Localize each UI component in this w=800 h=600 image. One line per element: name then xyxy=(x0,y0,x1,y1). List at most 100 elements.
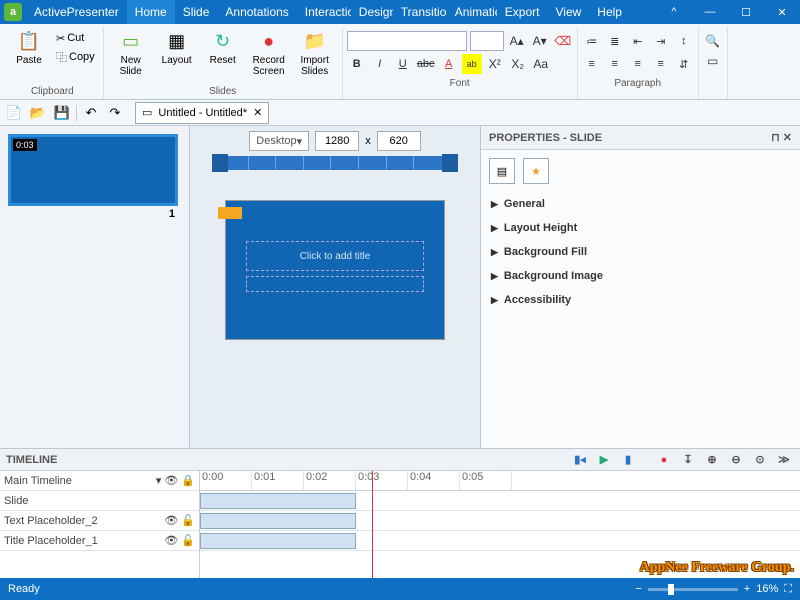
ruler-start-cap[interactable] xyxy=(212,154,228,172)
strike-button[interactable]: abc xyxy=(416,54,436,74)
font-color-button[interactable]: A xyxy=(439,54,459,74)
track-text2[interactable]: Text Placeholder_2👁🔓 xyxy=(0,511,199,531)
chevron-down-icon[interactable]: ▾ xyxy=(156,474,162,487)
title-placeholder[interactable]: Click to add title xyxy=(246,241,424,271)
close-panel-icon[interactable]: ✕ xyxy=(783,132,792,144)
stop-button[interactable]: ▮ xyxy=(618,451,638,469)
italic-button[interactable]: I xyxy=(370,54,390,74)
record-timeline-button[interactable]: ● xyxy=(654,451,674,469)
font-size-select[interactable] xyxy=(470,31,504,51)
superscript-button[interactable]: X² xyxy=(485,54,505,74)
section-bg-fill[interactable]: ▶Background Fill xyxy=(481,240,800,264)
track-title1[interactable]: Title Placeholder_1👁🔓 xyxy=(0,531,199,551)
ruler-end-cap[interactable] xyxy=(442,154,458,172)
tab-export[interactable]: Export xyxy=(497,0,548,24)
slide-thumbnail[interactable]: 0:03 xyxy=(8,134,178,206)
subtitle-placeholder[interactable] xyxy=(246,276,424,292)
section-layout-height[interactable]: ▶Layout Height xyxy=(481,216,800,240)
zoom-out-icon[interactable]: − xyxy=(635,583,641,595)
close-tab-icon[interactable]: ✕ xyxy=(253,106,262,119)
subscript-button[interactable]: X₂ xyxy=(508,54,528,74)
valign-button[interactable]: ⇵ xyxy=(674,54,694,74)
paste-button[interactable]: 📋 Paste xyxy=(7,27,51,83)
align-right-button[interactable]: ≡ xyxy=(628,54,648,74)
reset-button[interactable]: ↻Reset xyxy=(201,27,245,83)
indent-inc-button[interactable]: ⇥ xyxy=(651,31,671,51)
align-justify-button[interactable]: ≡ xyxy=(651,54,671,74)
align-left-button[interactable]: ≡ xyxy=(582,54,602,74)
track-bar-title1[interactable] xyxy=(200,531,800,551)
playhead[interactable] xyxy=(372,471,373,578)
tab-home[interactable]: Home xyxy=(127,0,175,24)
font-family-select[interactable] xyxy=(347,31,467,51)
device-select[interactable]: Desktop ▾ xyxy=(249,131,309,151)
bullets-button[interactable]: ≔ xyxy=(582,31,602,51)
indent-dec-button[interactable]: ⇤ xyxy=(628,31,648,51)
props-tab-star[interactable]: ★ xyxy=(523,158,549,184)
time-ruler[interactable] xyxy=(220,156,450,170)
tab-transitions[interactable]: Transitions xyxy=(393,0,447,24)
zoom-slider[interactable] xyxy=(648,588,738,591)
font-shrink-button[interactable]: A▾ xyxy=(530,31,550,51)
redo-button[interactable]: ↷ xyxy=(105,103,125,123)
minimize-icon[interactable]: — xyxy=(692,0,728,24)
width-input[interactable] xyxy=(315,131,359,151)
lock-icon[interactable]: 🔓 xyxy=(181,534,195,547)
section-accessibility[interactable]: ▶Accessibility xyxy=(481,288,800,312)
eye-icon[interactable]: 👁 xyxy=(164,534,178,547)
fit-icon[interactable]: ⛶ xyxy=(784,583,792,596)
section-bg-image[interactable]: ▶Background Image xyxy=(481,264,800,288)
case-button[interactable]: Aa xyxy=(531,54,551,74)
play-button[interactable]: ▶ xyxy=(594,451,614,469)
open-button[interactable]: 📂 xyxy=(28,103,48,123)
bold-button[interactable]: B xyxy=(347,54,367,74)
clear-format-button[interactable]: ⌫ xyxy=(553,31,573,51)
new-slide-button[interactable]: ▭New Slide xyxy=(109,27,153,83)
main-timeline-row[interactable]: Main Timeline▾👁🔒 xyxy=(0,471,199,491)
zoom-out-button[interactable]: ⊖ xyxy=(726,451,746,469)
track-bar-slide[interactable] xyxy=(200,491,800,511)
underline-button[interactable]: U xyxy=(393,54,413,74)
tab-interactions[interactable]: Interactions xyxy=(297,0,351,24)
zoom-fit-button[interactable]: ⊙ xyxy=(750,451,770,469)
eye-icon[interactable]: 👁 xyxy=(164,474,178,487)
timeline-ruler[interactable]: 0:000:010:020:030:040:05 xyxy=(200,471,800,491)
entry-marker-icon[interactable] xyxy=(218,207,242,219)
track-bar-text2[interactable] xyxy=(200,511,800,531)
mic-button[interactable]: ↧ xyxy=(678,451,698,469)
zoom-in-button[interactable]: ⊕ xyxy=(702,451,722,469)
new-file-button[interactable]: 📄 xyxy=(4,103,24,123)
align-center-button[interactable]: ≡ xyxy=(605,54,625,74)
slide-canvas[interactable]: Click to add title xyxy=(225,200,445,340)
tab-help[interactable]: Help xyxy=(589,0,630,24)
zoom-thumb[interactable] xyxy=(668,584,674,595)
save-button[interactable]: 💾 xyxy=(52,103,72,123)
numbering-button[interactable]: ≣ xyxy=(605,31,625,51)
undo-button[interactable]: ↶ xyxy=(81,103,101,123)
cut-button[interactable]: ✂Cut xyxy=(53,29,98,47)
close-icon[interactable]: ✕ xyxy=(764,0,800,24)
lock-icon[interactable]: 🔓 xyxy=(181,514,195,527)
font-grow-button[interactable]: A▴ xyxy=(507,31,527,51)
props-tab-slide[interactable]: ▤ xyxy=(489,158,515,184)
tab-slide[interactable]: Slide xyxy=(175,0,218,24)
tab-animations[interactable]: Animations xyxy=(447,0,497,24)
tab-annotations[interactable]: Annotations xyxy=(217,0,296,24)
line-spacing-button[interactable]: ↕ xyxy=(674,31,694,51)
highlight-button[interactable]: ab xyxy=(462,54,482,74)
pin-icon[interactable]: ⊓ xyxy=(771,132,780,144)
height-input[interactable] xyxy=(377,131,421,151)
more-button[interactable]: ≫ xyxy=(774,451,794,469)
import-button[interactable]: 📁Import Slides xyxy=(293,27,337,83)
copy-button[interactable]: ⿻Copy xyxy=(53,48,98,66)
lock-icon[interactable]: 🔒 xyxy=(181,474,195,487)
document-tab[interactable]: ▭ Untitled - Untitled* ✕ xyxy=(135,102,269,124)
section-general[interactable]: ▶General xyxy=(481,192,800,216)
zoom-in-icon[interactable]: + xyxy=(744,583,750,595)
tab-design[interactable]: Design xyxy=(351,0,393,24)
record-button[interactable]: ●Record Screen xyxy=(247,27,291,83)
eye-icon[interactable]: 👁 xyxy=(164,514,178,527)
layout-button[interactable]: ▦Layout xyxy=(155,27,199,83)
maximize-icon[interactable]: ☐ xyxy=(728,0,764,24)
skip-start-button[interactable]: ▮◂ xyxy=(570,451,590,469)
